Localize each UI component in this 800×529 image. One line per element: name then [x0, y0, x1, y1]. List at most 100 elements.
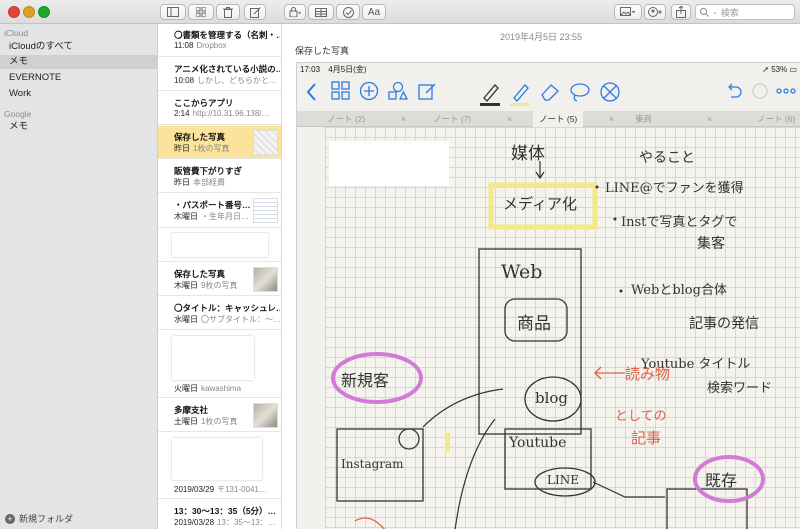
handwriting-product: 商品 — [517, 314, 551, 334]
zoom-window-button[interactable] — [38, 6, 50, 18]
handwritten-page: 媒体 メディア化 やること LINE@でファンを獲得 Instで写真とタグで 集… — [325, 127, 800, 529]
close-tab-icon[interactable]: × — [401, 111, 406, 127]
search-icon — [700, 7, 709, 17]
close-tab-icon[interactable]: × — [609, 111, 614, 127]
handwriting-todo-3b: 記事の発信 — [689, 316, 759, 332]
sidebar-item-work[interactable]: Work — [0, 87, 157, 101]
search-placeholder: 検索 — [720, 7, 739, 18]
compose-icon — [249, 6, 261, 18]
new-folder-button[interactable]: + 新規フォルダ — [5, 512, 73, 525]
note-thumbnail — [253, 130, 278, 155]
share-icon — [676, 6, 686, 18]
gallery-view-button[interactable] — [188, 4, 214, 20]
note-list-item[interactable]: 販管費下がりすぎ 昨日 本部経費 — [158, 160, 281, 193]
sidebar-item-google-memo[interactable]: メモ — [0, 120, 157, 134]
note-meta: 土曜日 1枚の写真 — [174, 416, 250, 427]
add-attachment-button[interactable] — [614, 4, 642, 20]
note-date: 土曜日 — [174, 417, 198, 426]
note-preview: ・生年月日… — [201, 212, 249, 221]
battery-icon: ▭ — [789, 65, 797, 74]
note-meta: 火曜日 kawashima — [174, 383, 280, 394]
note-date: 2019/03/28 — [174, 518, 215, 527]
note-title: 〇書類を管理する（名刺・… — [174, 30, 280, 40]
thumbnails-grid-icon — [331, 81, 350, 100]
note-list: 〇書類を管理する（名刺・… 11:08 Dropbox アニメ化されている小説の…… — [158, 24, 282, 529]
handwriting-todo: やること — [639, 150, 695, 166]
note-title: 13：30～13：35（5分）… — [174, 506, 277, 516]
handwriting-blog: blog — [535, 389, 569, 407]
note-list-item[interactable]: 保存した写真 木曜日 9枚の写真 — [158, 263, 281, 296]
handwriting-article: 記事 — [631, 429, 662, 447]
note-list-item[interactable]: ・パスポート番号… 木曜日 ・生年月日… — [158, 194, 281, 228]
search-input[interactable]: ⌄ 検索 — [695, 4, 795, 20]
note-title: 〇タイトル：キャッシュレ… — [174, 303, 280, 313]
redacted-preview — [172, 438, 262, 480]
share-button[interactable] — [671, 4, 691, 20]
compose-note-button[interactable] — [244, 4, 266, 20]
note-date: 木曜日 — [174, 212, 198, 221]
note-list-item-selected[interactable]: 保存した写真 昨日 1枚の写真 — [158, 126, 281, 159]
note-preview: 〒131-0041… — [217, 485, 267, 494]
minimize-window-button[interactable] — [23, 6, 35, 18]
note-list-item[interactable]: アニメ化されている小説の… 10:08 しかし、どちらかと… — [158, 58, 281, 91]
note-title: 保存した写真 — [174, 269, 226, 279]
note-list-item[interactable]: 火曜日 kawashima — [158, 331, 281, 398]
close-tab-icon[interactable]: × — [707, 111, 712, 127]
format-button[interactable]: Aa — [362, 4, 386, 20]
notebook-tab[interactable]: ノート (6) — [757, 111, 795, 127]
close-tab-icon[interactable]: × — [507, 111, 512, 127]
notebook-tab[interactable]: ノート (7) — [433, 111, 471, 127]
notebook-tabs: ノート (2) × ノート (7) × ノート (5) × 東商 × ノート (… — [297, 111, 800, 127]
note-date: 11:08 — [174, 41, 194, 50]
note-meta: 2:14 http://10.31.96.138/… — [174, 109, 280, 118]
notebook-tab[interactable]: 東商 — [635, 111, 652, 127]
lasso-tool-icon — [570, 83, 590, 102]
note-list-item[interactable]: 13：30～13：35（5分）… 2019/03/28 13：35～13：… — [158, 500, 281, 529]
plus-icon: + — [5, 513, 15, 524]
sidebar-section-icloud: iCloud — [4, 28, 29, 38]
checklist-button[interactable] — [336, 4, 360, 20]
toggle-sidebar-button[interactable] — [160, 4, 186, 20]
note-preview: 本部経費 — [193, 178, 225, 187]
note-list-item[interactable]: 2019/03/29 〒131-0041… — [158, 433, 281, 499]
share-people-button[interactable] — [644, 4, 666, 20]
ipad-date: 4月5日(金) — [328, 65, 367, 74]
note-list-item[interactable] — [158, 229, 281, 262]
handwriting-media: 媒体 — [511, 144, 545, 164]
note-preview: kawashima — [201, 384, 242, 393]
note-editor[interactable]: 2019年4月5日 23:55 保存した写真 17:03 4月5日(金) ➚ 5… — [282, 24, 800, 529]
note-date-header: 2019年4月5日 23:55 — [499, 32, 583, 42]
no-touch-icon — [600, 82, 620, 102]
shapes-icon — [388, 81, 409, 100]
sidebar-item-memo[interactable]: メモ — [0, 55, 157, 69]
note-date: 2:14 — [174, 109, 190, 118]
highlighter-tool-icon — [510, 84, 530, 106]
notebook-tab[interactable]: ノート (2) — [327, 111, 365, 127]
sidebar-item-evernote[interactable]: EVERNOTE — [0, 71, 157, 85]
handwriting-existing: 既存 — [705, 471, 738, 490]
note-list-item[interactable]: 多摩支社 土曜日 1枚の写真 — [158, 399, 281, 432]
note-list-item[interactable]: 〇タイトル：キャッシュレ… 水曜日 〇サブタイトル：～… — [158, 297, 281, 330]
note-list-item[interactable]: 〇書類を管理する（名刺・… 11:08 Dropbox — [158, 24, 281, 57]
note-body-title[interactable]: 保存した写真 — [295, 44, 349, 57]
note-meta: 2019/03/29 〒131-0041… — [174, 484, 280, 495]
delete-note-button[interactable] — [216, 4, 240, 20]
table-button[interactable] — [308, 4, 334, 20]
attached-screenshot: 17:03 4月5日(金) ➚ 53% ▭ ノート (2) × ノート (7) … — [296, 62, 800, 529]
checkmark-circle-icon — [342, 6, 354, 18]
sidebar-item-all-icloud[interactable]: iCloudのすべて — [0, 40, 157, 54]
note-title: アニメ化されている小説の… — [174, 64, 280, 74]
note-preview: 9枚の写真 — [201, 281, 238, 290]
note-meta: 木曜日 ・生年月日… — [174, 211, 250, 222]
note-date: 2019/03/29 — [174, 485, 215, 494]
note-preview: http://10.31.96.138/… — [192, 109, 270, 118]
lock-note-button[interactable] — [284, 4, 306, 20]
note-list-item[interactable]: ここからアプリ 2:14 http://10.31.96.138/… — [158, 92, 281, 125]
edit-page-icon — [418, 83, 436, 100]
battery-percent: 53% — [771, 65, 788, 74]
note-meta: 木曜日 9枚の写真 — [174, 280, 250, 291]
notebook-tab-active[interactable]: ノート (5) — [533, 111, 584, 127]
redacted-preview — [172, 233, 268, 257]
close-window-button[interactable] — [8, 6, 20, 18]
note-title: 多摩支社 — [174, 405, 209, 415]
